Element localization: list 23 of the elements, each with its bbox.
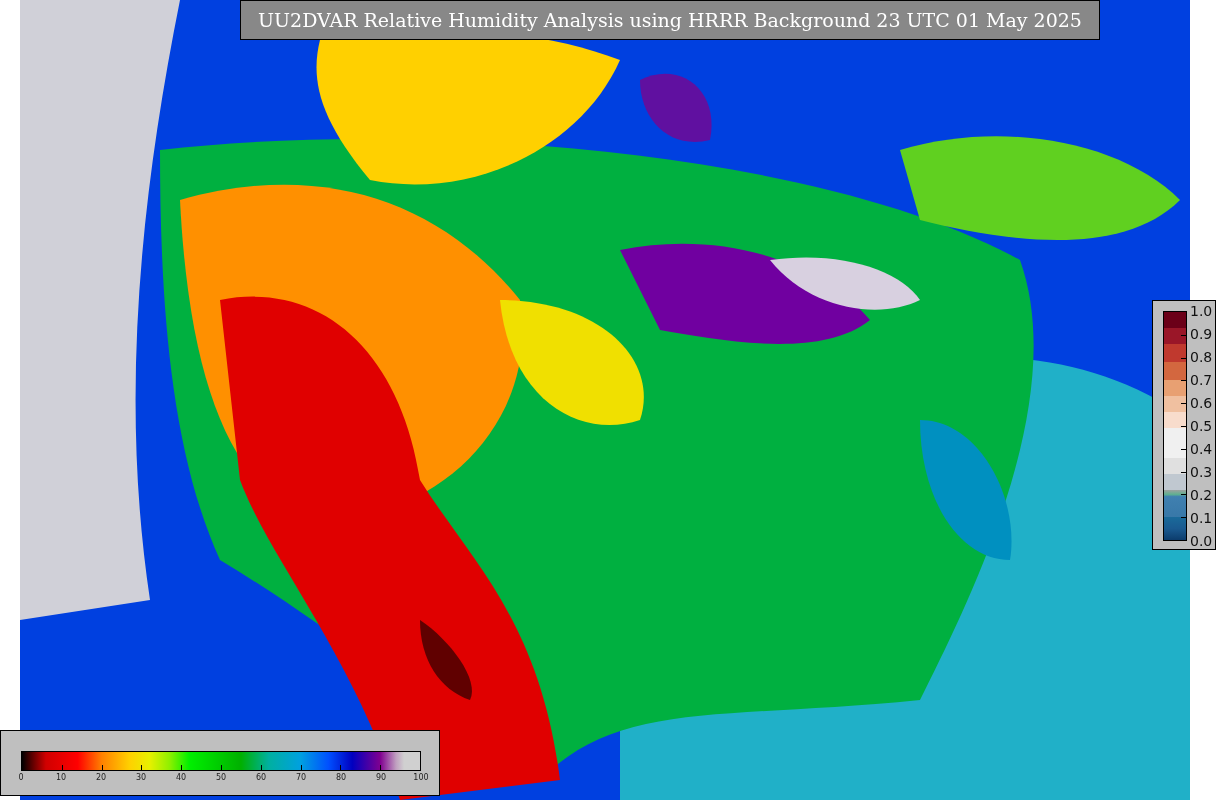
map-title: UU2DVAR Relative Humidity Analysis using HRRR Background 23 UTC 01 May 2025 [240,0,1100,40]
scale-label: 0.4 [1190,440,1213,459]
scale-label: 0.1 [1190,509,1213,528]
scale-label: 50 [214,773,228,782]
scale-label: 60 [254,773,268,782]
scale-label: 70 [294,773,308,782]
scale-label: 0.3 [1190,463,1213,482]
scale-label: 90 [374,773,388,782]
scale-label: 10 [54,773,68,782]
scale-label: 0.5 [1190,417,1213,436]
scale-label: 100 [412,773,430,782]
scale-label: 0.0 [1190,532,1213,551]
scale-label: 80 [334,773,348,782]
scale-label: 0.7 [1190,371,1213,390]
scale-label: 30 [134,773,148,782]
scale-label: 0.2 [1190,486,1213,505]
scale-label: 0 [17,773,25,782]
scale-label: 0.6 [1190,394,1213,413]
scale-label: 40 [174,773,188,782]
scale-label: 0.8 [1190,348,1213,367]
scale-label: 0.9 [1190,325,1213,344]
scale-label: 20 [94,773,108,782]
scale-label: 1.0 [1190,302,1213,321]
